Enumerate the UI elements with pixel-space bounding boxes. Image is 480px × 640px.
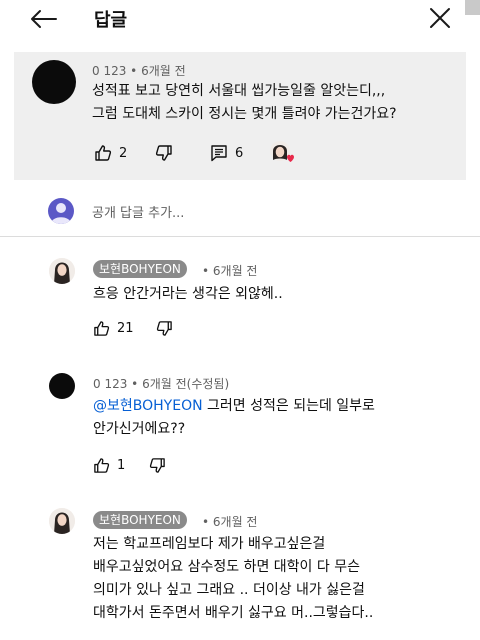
comment-time: 6개월 전 xyxy=(141,64,186,78)
comment-text-line: 흐응 안간거라는 생각은 외않헤.. xyxy=(93,286,283,302)
comment-meta: 0 123 • 6개월 전(수정됨) xyxy=(93,377,230,391)
reply-icon xyxy=(211,145,227,162)
comment-text-line: 의미가 있나 싶고 그래요 .. 더이상 내가 싫은걸 xyxy=(93,582,365,598)
add-reply-input[interactable]: 공개 답글 추가... xyxy=(92,202,184,221)
close-icon xyxy=(430,8,450,28)
avatar[interactable] xyxy=(49,373,75,399)
thumb-up-icon xyxy=(94,458,110,473)
like-count: 2 xyxy=(119,145,128,161)
corner-indicator xyxy=(465,0,480,15)
comment-meta: 0 123 • 6개월 전 xyxy=(92,64,186,78)
comment-author[interactable]: 0 123 xyxy=(92,64,126,78)
back-arrow-icon xyxy=(31,10,57,28)
user-avatar[interactable] xyxy=(48,198,74,224)
comment-text-line: 저는 학교프레임보다 제가 배우고싶은걸 xyxy=(93,536,326,552)
avatar[interactable] xyxy=(32,60,76,104)
comment-time: • 6개월 전 xyxy=(202,264,258,278)
comment-text-line: @보현BOHYEON 그러면 성적은 되는데 일부로 xyxy=(93,398,375,414)
replies-button[interactable]: 6 xyxy=(210,144,243,162)
author-chip[interactable]: 보현BOHYEON xyxy=(93,511,187,529)
avatar[interactable] xyxy=(49,258,75,284)
comment-text-line: 대학가서 돈주면서 배우기 싫구요 머..그렇습다.. xyxy=(93,605,374,621)
thumb-down-icon xyxy=(149,458,165,473)
creator-heart-icon xyxy=(270,141,294,162)
avatar-image xyxy=(49,508,75,534)
comment-text-line: 성적표 보고 당연히 서울대 씹가능일줄 알앗는디,,, xyxy=(92,83,386,99)
add-reply-row[interactable]: 공개 답글 추가... xyxy=(0,190,480,234)
comment-time: • 6개월 전 xyxy=(202,515,258,529)
reply-count: 6 xyxy=(235,145,244,161)
like-button[interactable]: 21 xyxy=(93,320,134,337)
comment-text-line: 그럼 도대체 스카이 정시는 몇개 틀려야 가는건가요? xyxy=(92,106,397,122)
author-chip[interactable]: 보현BOHYEON xyxy=(93,260,187,278)
comment-time: 6개월 전(수정됨) xyxy=(142,377,230,391)
creator-heart xyxy=(269,140,295,166)
header: 답글 xyxy=(0,0,480,44)
avatar[interactable] xyxy=(49,508,75,534)
dislike-button[interactable] xyxy=(155,144,173,166)
dislike-button[interactable] xyxy=(156,320,173,341)
user-avatar-icon xyxy=(51,203,71,224)
like-button[interactable]: 1 xyxy=(93,457,125,474)
comment-text-line: 배우고싶었어요 삼수정도 하면 대학이 다 무슨 xyxy=(93,559,360,575)
dislike-button[interactable] xyxy=(149,457,166,478)
thumb-up-icon xyxy=(95,145,112,161)
like-button[interactable]: 2 xyxy=(94,144,127,162)
mention-link[interactable]: @보현BOHYEON xyxy=(93,398,203,414)
back-button[interactable] xyxy=(26,6,60,32)
thumb-down-icon xyxy=(155,145,172,161)
comment-text-line: 안가신거에요?? xyxy=(93,421,186,437)
thumb-down-icon xyxy=(156,321,172,336)
page-title: 답글 xyxy=(94,10,128,31)
thumb-up-icon xyxy=(94,321,110,336)
parent-comment: 0 123 • 6개월 전 성적표 보고 당연히 서울대 씹가능일줄 알앗는디,… xyxy=(14,52,466,180)
comment-author[interactable]: 0 123 xyxy=(93,377,127,391)
like-count: 1 xyxy=(117,458,126,473)
avatar-image xyxy=(49,258,75,284)
divider xyxy=(0,236,480,237)
like-count: 21 xyxy=(117,321,134,336)
close-button[interactable] xyxy=(426,4,454,32)
